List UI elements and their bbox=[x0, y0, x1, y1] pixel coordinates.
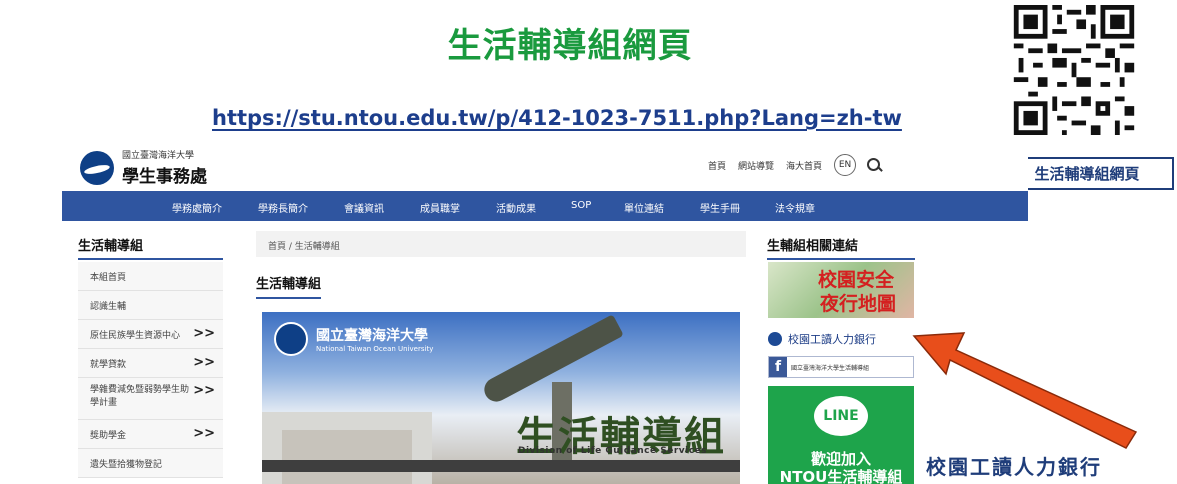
banner-subtitle: Division of Life Guidance Services bbox=[518, 446, 708, 456]
sidebar-item-label: 就學貸款 bbox=[90, 360, 127, 370]
language-button[interactable]: EN bbox=[834, 154, 857, 176]
sidebar-item-label: 學雜費減免暨弱勢學生助學計畫 bbox=[90, 385, 190, 408]
breadcrumb[interactable]: 首頁 / 生活輔導組 bbox=[256, 231, 746, 257]
sidebar-item[interactable]: 原住民族學生資源中心 >> bbox=[78, 320, 223, 349]
slide-title: 生活輔導組網頁 bbox=[447, 26, 693, 66]
sidebar-item[interactable]: 獎助學金 >> bbox=[78, 420, 223, 449]
top-link-home[interactable]: 首頁 bbox=[708, 159, 726, 172]
banner-school-en: National Taiwan Ocean University bbox=[316, 345, 434, 353]
university-emblem-icon bbox=[274, 322, 308, 356]
banner-logo: 國立臺灣海洋大學 National Taiwan Ocean Universit… bbox=[274, 322, 433, 356]
nav-item[interactable]: SOP bbox=[571, 200, 591, 211]
sidebar-item-label: 獎助學金 bbox=[90, 431, 127, 441]
sidebar-item-label: 遺失暨拾獲物登記 bbox=[90, 460, 163, 470]
job-bank-link[interactable]: 校園工讀人力銀行 bbox=[768, 328, 916, 350]
nav-item[interactable]: 法令規章 bbox=[775, 200, 815, 215]
nav-item[interactable]: 會議資訊 bbox=[344, 200, 384, 215]
facebook-link[interactable]: f 國立臺灣海洋大學生活輔導組 bbox=[768, 356, 914, 378]
banner-school-cn: 國立臺灣海洋大學 bbox=[316, 328, 428, 344]
related-links-title: 生輔組相關連結 bbox=[767, 235, 915, 260]
site-logo[interactable]: 國立臺灣海洋大學 學生事務處 bbox=[80, 148, 207, 187]
top-link-sitemap[interactable]: 網站導覽 bbox=[738, 159, 774, 172]
top-link-university[interactable]: 海大首頁 bbox=[786, 159, 822, 172]
banner-strip bbox=[262, 460, 740, 472]
line-link-text2: NTOU生活輔導組 bbox=[779, 468, 903, 484]
hero-banner: 國立臺灣海洋大學 National Taiwan Ocean Universit… bbox=[262, 312, 740, 484]
facebook-label: 國立臺灣海洋大學生活輔導組 bbox=[791, 364, 870, 372]
logo-university-name: 國立臺灣海洋大學 bbox=[122, 151, 195, 161]
building-graphic bbox=[282, 430, 412, 484]
main-nav: 學務處簡介 學務長簡介 會議資訊 成員職掌 活動成果 SOP 單位連結 學生手冊… bbox=[62, 191, 1028, 221]
job-bank-label: 校園工讀人力銀行 bbox=[788, 333, 876, 346]
sidebar-item[interactable]: 就學貸款 >> bbox=[78, 349, 223, 378]
nav-item[interactable]: 學務處簡介 bbox=[172, 200, 222, 215]
sidebar-item[interactable]: 學雜費減免暨弱勢學生助學計畫 >> bbox=[78, 378, 223, 420]
sidebar-item-label: 認識生輔 bbox=[90, 302, 127, 312]
sidebar-item-label: 原住民族學生資源中心 bbox=[90, 331, 181, 341]
sidebar-menu: 本組首頁 認識生輔 原住民族學生資源中心 >> 就學貸款 >> 學雜費減免暨弱勢學生… bbox=[78, 262, 223, 478]
sidebar-item[interactable]: 本組首頁 bbox=[78, 262, 223, 291]
facebook-icon: f bbox=[769, 357, 787, 377]
chevron-right-icon: >> bbox=[193, 326, 215, 341]
sidebar-title: 生活輔導組 bbox=[78, 235, 223, 260]
university-emblem-icon bbox=[768, 332, 782, 346]
callout-label: 校園工讀人力銀行 bbox=[926, 455, 1102, 479]
nav-item[interactable]: 活動成果 bbox=[496, 200, 536, 215]
university-emblem-icon bbox=[80, 150, 114, 185]
chevron-right-icon: >> bbox=[193, 383, 215, 398]
chevron-right-icon: >> bbox=[193, 426, 215, 441]
safety-map-link[interactable]: 校園安全 夜行地圖 bbox=[768, 262, 914, 318]
line-logo-icon: LINE bbox=[814, 396, 868, 436]
nav-item[interactable]: 學生手冊 bbox=[700, 200, 740, 215]
top-links: 首頁 網站導覽 海大首頁 EN bbox=[708, 154, 882, 176]
chevron-right-icon: >> bbox=[193, 355, 215, 370]
nav-item[interactable]: 單位連結 bbox=[624, 200, 664, 215]
website-screenshot: 國立臺灣海洋大學 學生事務處 首頁 網站導覽 海大首頁 EN 學務處簡介 學務長… bbox=[62, 140, 1028, 484]
map-link-line2: 夜行地圖 bbox=[820, 293, 897, 315]
logo-office-name: 學生事務處 bbox=[122, 167, 207, 187]
nav-item[interactable]: 成員職掌 bbox=[420, 200, 460, 215]
line-link[interactable]: LINE 歡迎加入 NTOU生活輔導組 bbox=[768, 386, 914, 484]
qr-code bbox=[1013, 5, 1135, 135]
sidebar-item-label: 本組首頁 bbox=[90, 273, 127, 283]
slide-url[interactable]: https://stu.ntou.edu.tw/p/412-1023-7511.… bbox=[212, 106, 902, 130]
search-icon[interactable] bbox=[866, 157, 882, 173]
nav-item[interactable]: 學務長簡介 bbox=[258, 200, 308, 215]
sidebar-item[interactable]: 遺失暨拾獲物登記 bbox=[78, 449, 223, 478]
map-link-line1: 校園安全 bbox=[818, 269, 895, 291]
sidebar-item[interactable]: 認識生輔 bbox=[78, 291, 223, 320]
page-title: 生活輔導組 bbox=[256, 273, 322, 299]
